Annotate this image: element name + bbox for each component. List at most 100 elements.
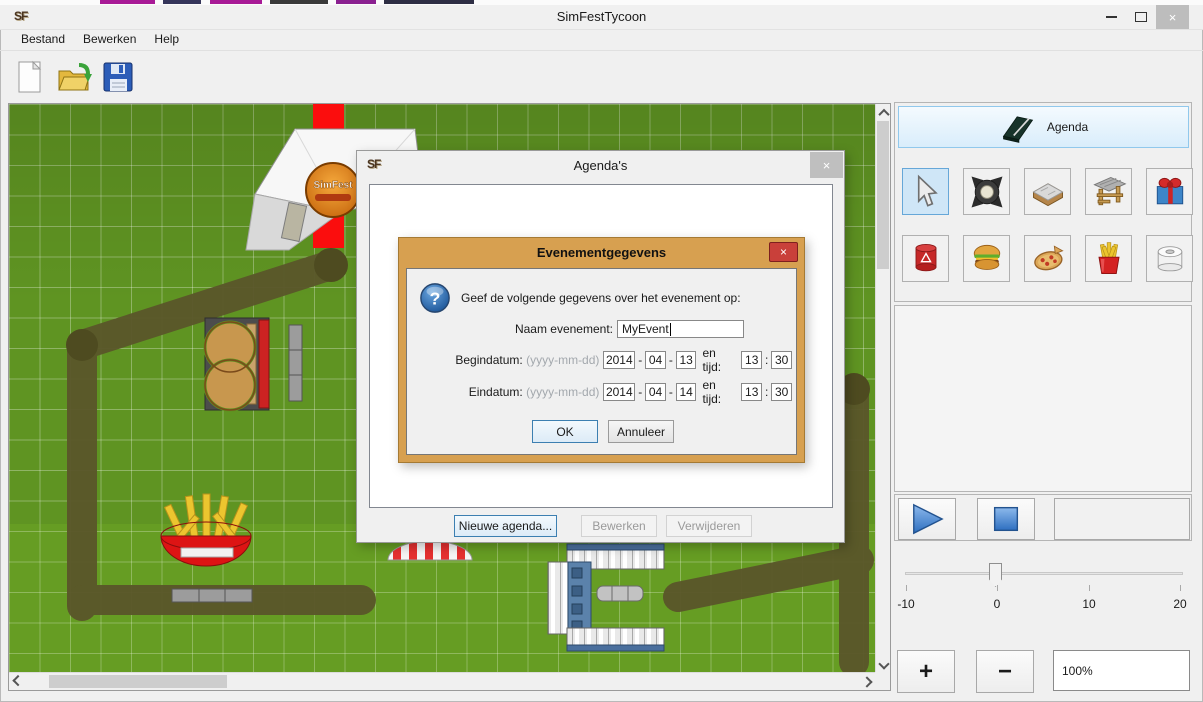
tool-fries-button[interactable] <box>1085 235 1132 282</box>
begin-label: Begindatum: <box>455 353 522 367</box>
svg-text:?: ? <box>430 289 441 309</box>
agendas-dialog-close-button[interactable]: × <box>810 152 843 178</box>
tool-stage-frame-button[interactable] <box>1085 168 1132 215</box>
date-format-hint: (yyyy-mm-dd) <box>526 385 599 399</box>
horizontal-scrollbar[interactable] <box>9 672 875 690</box>
cursor-icon <box>906 172 946 212</box>
close-button[interactable]: × <box>1156 5 1189 29</box>
edit-agenda-button[interactable]: Bewerken <box>581 515 657 537</box>
scroll-up-button[interactable] <box>876 105 891 120</box>
time-label: en tijd: <box>696 378 741 406</box>
event-dialog-prompt: Geef de volgende gegevens over het evene… <box>461 291 741 305</box>
minimize-button[interactable] <box>1096 5 1126 29</box>
close-icon: × <box>1169 10 1177 25</box>
new-file-button[interactable] <box>12 57 48 97</box>
time-separator: : <box>762 353 771 367</box>
end-day-input[interactable]: 14 <box>676 383 697 401</box>
horizontal-scroll-thumb[interactable] <box>49 675 227 688</box>
delete-agenda-button[interactable]: Verwijderen <box>666 515 752 537</box>
question-icon: ? <box>419 282 451 314</box>
event-dialog-title: Evenementgegevens <box>399 245 804 260</box>
vertical-scrollbar[interactable] <box>875 104 890 672</box>
menu-bewerken[interactable]: Bewerken <box>74 30 145 49</box>
agendas-dialog-title: Agenda's <box>357 158 844 173</box>
new-document-icon <box>17 60 43 94</box>
agendas-dialog-titlebar[interactable]: SF Agenda's × <box>357 151 844 181</box>
trash-can-icon <box>906 239 946 279</box>
window-title: SimFestTycoon <box>0 9 1203 24</box>
date-separator: - <box>635 353 645 367</box>
end-minute-input[interactable]: 30 <box>771 383 792 401</box>
tool-trash-can-button[interactable] <box>902 235 949 282</box>
time-separator: : <box>762 385 771 399</box>
stop-button[interactable] <box>977 498 1035 540</box>
begin-year-input[interactable]: 2014 <box>603 351 635 369</box>
new-agenda-button[interactable]: Nieuwe agenda... <box>454 515 557 537</box>
chevron-up-icon <box>878 108 889 119</box>
slider-track[interactable] <box>905 572 1183 575</box>
stop-icon <box>989 502 1023 536</box>
event-name-input[interactable]: MyEvent <box>617 320 744 338</box>
fries-icon <box>1089 239 1129 279</box>
stage-platform-icon <box>1028 172 1068 212</box>
zoom-out-button[interactable]: − <box>976 650 1034 693</box>
begin-hour-input[interactable]: 13 <box>741 351 762 369</box>
begin-day-input[interactable]: 13 <box>676 351 697 369</box>
scroll-left-button[interactable] <box>10 674 25 689</box>
tool-stage-platform-button[interactable] <box>1024 168 1071 215</box>
end-year-input[interactable]: 2014 <box>603 383 635 401</box>
end-date-row: Eindatum: (yyyy-mm-dd) 2014 - 04 - 14 en… <box>415 382 792 402</box>
menu-bestand[interactable]: Bestand <box>12 30 74 49</box>
time-label: en tijd: <box>696 346 741 374</box>
tool-pizza-button[interactable] <box>1024 235 1071 282</box>
scroll-down-button[interactable] <box>876 656 891 671</box>
name-label: Naam evenement: <box>415 322 617 336</box>
tool-spotlight-button[interactable] <box>963 168 1010 215</box>
hamburger-icon <box>967 239 1007 279</box>
info-panel <box>894 305 1192 492</box>
slider-handle[interactable] <box>989 563 1002 587</box>
gift-icon <box>1150 172 1190 212</box>
chevron-right-icon <box>861 676 872 687</box>
name-row: Naam evenement: MyEvent <box>415 319 792 339</box>
begin-month-input[interactable]: 04 <box>645 351 666 369</box>
cancel-button[interactable]: Annuleer <box>608 420 674 443</box>
text-caret <box>670 323 671 336</box>
end-hour-input[interactable]: 13 <box>741 383 762 401</box>
tool-hamburger-button[interactable] <box>963 235 1010 282</box>
tool-toilet-roll-button[interactable] <box>1146 235 1193 282</box>
zoom-level-value: 100% <box>1062 664 1093 678</box>
event-name-value: MyEvent <box>622 322 669 336</box>
zoom-in-button[interactable]: + <box>897 650 955 693</box>
date-separator: - <box>666 353 676 367</box>
save-file-button[interactable] <box>100 57 136 97</box>
begin-minute-input[interactable]: 30 <box>771 351 792 369</box>
open-file-button[interactable] <box>56 57 92 97</box>
scroll-right-button[interactable] <box>859 674 874 689</box>
zoom-level-field[interactable]: 100% <box>1053 650 1190 691</box>
slider-label: -10 <box>897 597 914 611</box>
tool-gift-button[interactable] <box>1146 168 1193 215</box>
ok-button[interactable]: OK <box>532 420 598 443</box>
event-dialog-close-button[interactable]: × <box>769 242 798 262</box>
tool-cursor-button[interactable] <box>902 168 949 215</box>
event-dialog-titlebar[interactable]: Evenementgegevens × <box>399 238 804 268</box>
play-button[interactable] <box>898 498 956 540</box>
vertical-scroll-thumb[interactable] <box>877 121 889 269</box>
app-window: SF SimFestTycoon × Bestand Bewerken Help <box>0 0 1203 702</box>
titlebar[interactable]: SF SimFestTycoon × <box>0 5 1203 30</box>
bench-vertical <box>289 325 302 401</box>
minimize-icon <box>1106 16 1117 18</box>
menu-help[interactable]: Help <box>145 30 188 49</box>
tent-logo-text: SimFest <box>314 180 354 191</box>
spotlight-icon <box>967 172 1007 212</box>
slider-tick <box>997 585 998 591</box>
end-month-input[interactable]: 04 <box>645 383 666 401</box>
toolbar <box>0 51 1203 102</box>
begin-date-row: Begindatum: (yyyy-mm-dd) 2014 - 04 - 13 … <box>415 350 792 370</box>
event-details-dialog: Evenementgegevens × ? Geef de volgende g… <box>398 237 805 463</box>
chevron-down-icon <box>878 658 889 669</box>
agenda-button[interactable]: Agenda <box>898 106 1189 148</box>
maximize-button[interactable] <box>1126 5 1156 29</box>
save-floppy-icon <box>102 61 134 93</box>
